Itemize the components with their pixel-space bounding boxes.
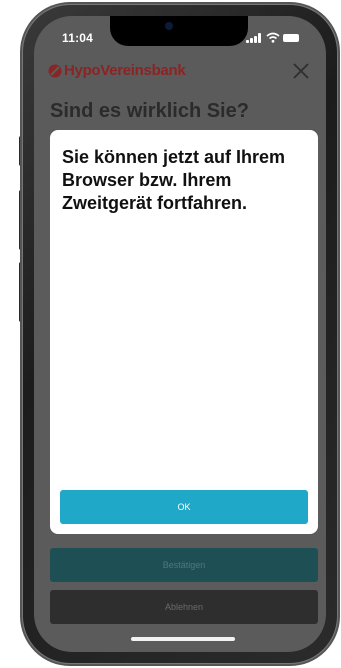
status-time: 11:04 — [62, 31, 94, 45]
phone-screen: 11:04 HypoVereinsbank Sind es wirklich S… — [34, 16, 326, 652]
ok-button[interactable]: OK — [60, 490, 308, 524]
device-mockup: 11:04 HypoVereinsbank Sind es wirklich S… — [0, 0, 341, 668]
battery-icon — [283, 34, 299, 42]
brand-name: HypoVereinsbank — [64, 62, 186, 79]
front-camera — [165, 22, 173, 30]
page-title: Sind es wirklich Sie? — [50, 100, 249, 122]
status-icons — [246, 32, 300, 43]
confirmation-dialog: Sie können jetzt auf Ihrem Browser bzw. … — [50, 130, 318, 534]
home-indicator[interactable] — [131, 637, 235, 641]
wifi-icon — [266, 32, 280, 43]
notch — [110, 16, 248, 46]
brand-logo-icon — [48, 64, 62, 77]
status-bar: 11:04 — [34, 16, 326, 56]
dialog-message: Sie können jetzt auf Ihrem Browser bzw. … — [62, 147, 286, 213]
signal-icon — [246, 33, 262, 43]
confirm-button[interactable]: Bestätigen — [50, 548, 318, 582]
close-icon[interactable] — [292, 62, 310, 80]
app-header: HypoVereinsbank — [34, 56, 326, 86]
brand-logo: HypoVereinsbank — [48, 62, 186, 79]
reject-button[interactable]: Ablehnen — [50, 590, 318, 624]
